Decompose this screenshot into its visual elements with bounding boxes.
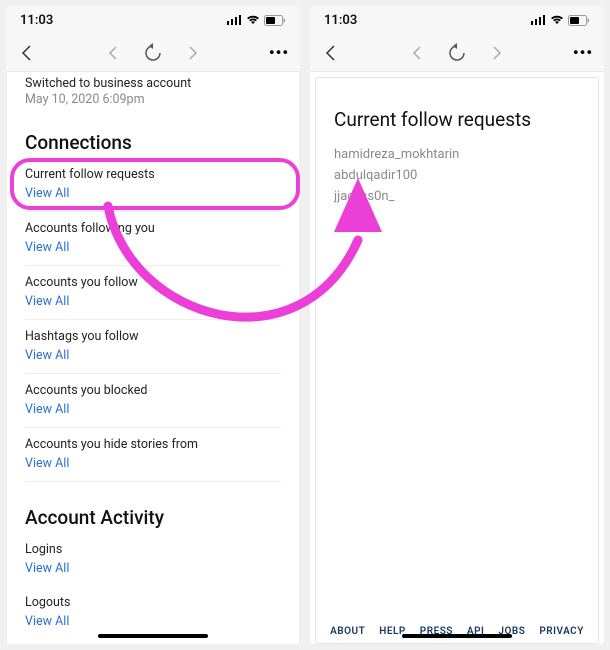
row-following: Accounts you follow View All <box>25 266 281 320</box>
content-left: Switched to business account May 10, 202… <box>6 72 300 644</box>
nav-prev-icon[interactable] <box>102 42 124 64</box>
row-label: Logins <box>25 542 281 557</box>
view-all-link[interactable]: View All <box>25 456 69 471</box>
reload-icon[interactable] <box>446 42 468 64</box>
section-activity: Account Activity <box>25 506 281 529</box>
nav-bar: ••• <box>6 34 300 72</box>
row-hashtags: Hashtags you follow View All <box>25 320 281 374</box>
nav-bar: ••• <box>310 34 604 72</box>
wifi-icon <box>550 15 564 25</box>
nav-next-icon[interactable] <box>182 42 204 64</box>
row-label: Current follow requests <box>25 167 281 182</box>
more-icon[interactable]: ••• <box>572 42 594 64</box>
row-search-history: Search history View All <box>25 639 281 644</box>
username[interactable]: hamidreza_mokhtarin <box>334 147 580 162</box>
view-all-link[interactable]: View All <box>25 294 69 309</box>
row-label: Hashtags you follow <box>25 329 281 344</box>
phone-right: 11:03 ••• <box>310 6 604 644</box>
username[interactable]: jjackss0n_ <box>334 189 580 204</box>
row-follow-requests: Current follow requests View All <box>25 158 281 212</box>
row-label: Accounts you blocked <box>25 383 281 398</box>
view-all-link[interactable]: View All <box>25 614 69 629</box>
status-time: 11:03 <box>20 13 53 28</box>
home-indicator <box>98 634 208 638</box>
row-blocked: Accounts you blocked View All <box>25 374 281 428</box>
status-icons <box>531 15 590 26</box>
signal-icon <box>531 15 546 25</box>
status-time: 11:03 <box>324 13 357 28</box>
phone-left: 11:03 ••• <box>6 6 300 644</box>
view-all-link[interactable]: View All <box>25 186 69 201</box>
battery-icon <box>264 15 286 26</box>
back-icon[interactable] <box>320 42 342 64</box>
row-label: Accounts you follow <box>25 275 281 290</box>
row-followers: Accounts following you View All <box>25 212 281 266</box>
row-label: Accounts following you <box>25 221 281 236</box>
nav-next-icon[interactable] <box>486 42 508 64</box>
home-indicator <box>402 634 512 638</box>
wifi-icon <box>246 15 260 25</box>
more-icon[interactable]: ••• <box>268 42 290 64</box>
content-right: Current follow requests hamidreza_mokhta… <box>315 77 599 644</box>
reload-icon[interactable] <box>142 42 164 64</box>
status-icons <box>227 15 286 26</box>
back-icon[interactable] <box>16 42 38 64</box>
log-event: Switched to business account <box>25 76 281 91</box>
page-title: Current follow requests <box>334 108 580 131</box>
nav-prev-icon[interactable] <box>406 42 428 64</box>
view-all-link[interactable]: View All <box>25 348 69 363</box>
row-logouts: Logouts View All <box>25 586 281 639</box>
row-label: Logouts <box>25 595 281 610</box>
section-connections: Connections <box>25 131 281 154</box>
signal-icon <box>227 15 242 25</box>
log-time: May 10, 2020 6:09pm <box>25 92 281 107</box>
status-bar: 11:03 <box>6 6 300 34</box>
status-bar: 11:03 <box>310 6 604 34</box>
footer-link[interactable]: PRIVACY <box>539 626 584 637</box>
footer-link[interactable]: ABOUT <box>330 626 365 637</box>
username[interactable]: abdulqadir100 <box>334 168 580 183</box>
row-logins: Logins View All <box>25 533 281 586</box>
row-hidden: Accounts you hide stories from View All <box>25 428 281 482</box>
row-label: Accounts you hide stories from <box>25 437 281 452</box>
view-all-link[interactable]: View All <box>25 402 69 417</box>
battery-icon <box>568 15 590 26</box>
view-all-link[interactable]: View All <box>25 240 69 255</box>
view-all-link[interactable]: View All <box>25 561 69 576</box>
